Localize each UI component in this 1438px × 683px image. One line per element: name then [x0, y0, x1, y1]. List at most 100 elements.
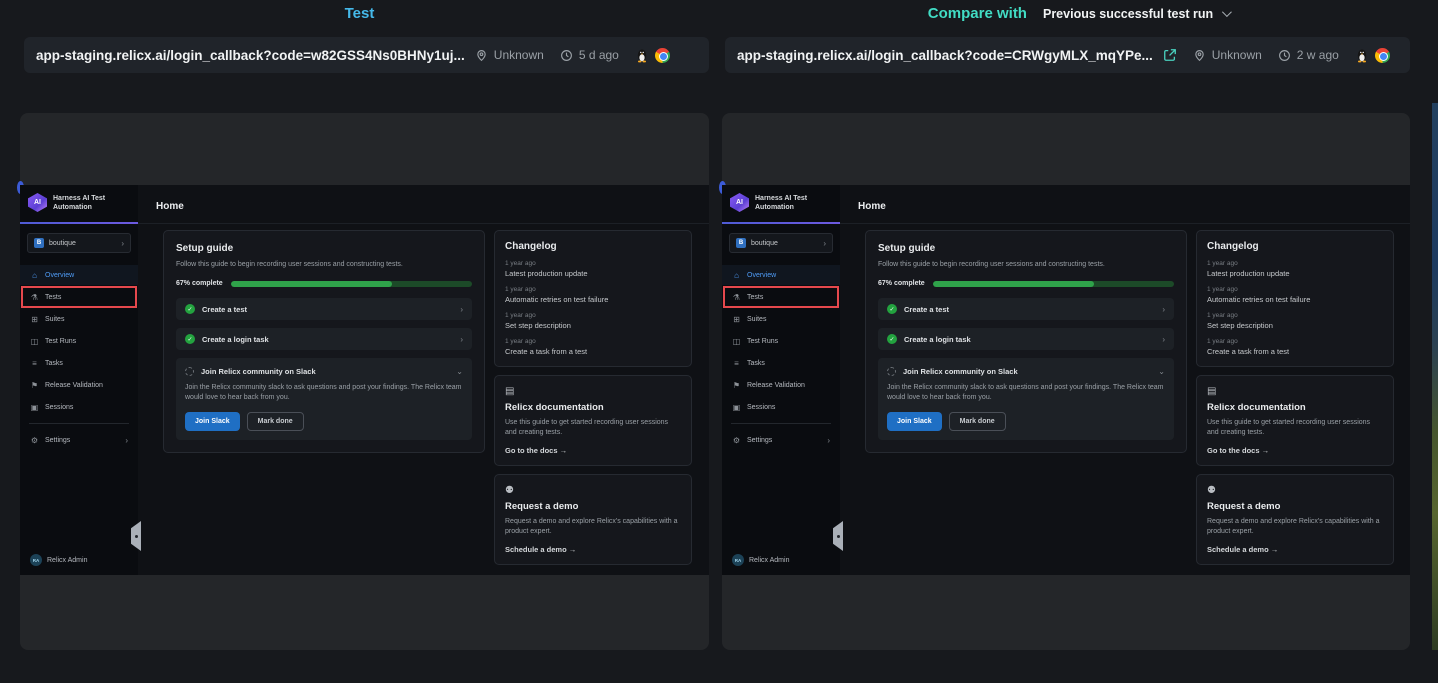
- app-main: Home Setup guide Follow this guide to be…: [840, 185, 1410, 575]
- project-selector[interactable]: B boutique ›: [729, 233, 833, 253]
- external-link-icon[interactable]: [1163, 48, 1177, 62]
- progress-bar: [231, 281, 472, 287]
- age-label: 2 w ago: [1297, 48, 1339, 62]
- clock-icon: [1278, 49, 1291, 62]
- user-menu[interactable]: RA Relicx Admin: [30, 554, 87, 566]
- setup-step-create-test[interactable]: ✓ Create a test ›: [878, 298, 1174, 320]
- sidebar-item-settings[interactable]: ⚙ Settings ›: [20, 430, 138, 450]
- sidebar-item-overview[interactable]: ⌂ Overview: [722, 265, 840, 285]
- home-icon: ⌂: [732, 271, 741, 280]
- chevron-right-icon: ›: [823, 239, 826, 248]
- compare-run-dropdown[interactable]: Previous successful test run: [1043, 7, 1229, 21]
- user-menu[interactable]: RA Relicx Admin: [732, 554, 789, 566]
- sidebar-item-release-validation[interactable]: ⚑ Release Validation: [20, 375, 138, 395]
- join-slack-button[interactable]: Join Slack: [185, 412, 240, 431]
- check-circle-icon: ✓: [185, 304, 195, 314]
- app-main: Home Setup guide Follow this guide to be…: [138, 185, 709, 575]
- mark-done-button[interactable]: Mark done: [247, 412, 304, 431]
- join-slack-button[interactable]: Join Slack: [887, 412, 942, 431]
- list-icon: ≡: [732, 359, 741, 368]
- check-circle-icon: ✓: [887, 334, 897, 344]
- gear-icon: ⚙: [732, 436, 741, 445]
- sidebar-item-overview[interactable]: ⌂ Overview: [20, 265, 138, 285]
- project-badge: B: [34, 238, 44, 248]
- changelog-card: Changelog 1 year ago Latest production u…: [494, 230, 692, 367]
- sidebar-item-release-validation[interactable]: ⚑ Release Validation: [722, 375, 840, 395]
- harness-logo-icon: AI: [28, 193, 47, 212]
- sidebar-item-tests[interactable]: ⚗ Tests: [22, 287, 136, 307]
- columns-icon: ◫: [732, 337, 741, 346]
- changelog-entry: 1 year ago Automatic retries on test fai…: [1207, 286, 1383, 304]
- avatar: RA: [30, 554, 42, 566]
- go-to-docs-link[interactable]: Go to the docs →: [505, 446, 681, 455]
- documentation-card: ▤ Relicx documentation Use this guide to…: [494, 375, 692, 466]
- book-icon: ▤: [1207, 386, 1383, 397]
- sidebar-item-settings[interactable]: ⚙ Settings ›: [722, 430, 840, 450]
- sidebar-item-suites[interactable]: ⊞ Suites: [20, 309, 138, 329]
- sidebar-collapse-handle[interactable]: [131, 521, 141, 551]
- sidebar-item-test-runs[interactable]: ◫ Test Runs: [722, 331, 840, 351]
- linux-penguin-icon: [1355, 48, 1369, 63]
- chevron-right-icon: ›: [1162, 305, 1165, 314]
- test-screenshot-container: AI Harness AI Test Automation B boutique…: [20, 113, 709, 650]
- go-to-docs-link[interactable]: Go to the docs →: [1207, 446, 1383, 455]
- test-panel-title: Test: [345, 5, 375, 22]
- flask-icon: ⚗: [732, 293, 741, 302]
- setup-step-create-login-task[interactable]: ✓ Create a login task ›: [878, 328, 1174, 350]
- location-pin-icon: [1193, 49, 1206, 62]
- chevron-right-icon: ›: [460, 305, 463, 314]
- project-selector[interactable]: B boutique ›: [27, 233, 131, 253]
- sidebar-item-test-runs[interactable]: ◫ Test Runs: [20, 331, 138, 351]
- changelog-entry: 1 year ago Set step description: [1207, 312, 1383, 330]
- brand: AI Harness AI Test Automation: [722, 185, 840, 218]
- schedule-demo-link[interactable]: Schedule a demo →: [1207, 545, 1383, 554]
- check-circle-icon: ✓: [887, 304, 897, 314]
- brand-name: Harness AI Test Automation: [755, 194, 807, 212]
- setup-guide-card: Setup guide Follow this guide to begin r…: [865, 230, 1187, 453]
- sidebar-item-sessions[interactable]: ▣ Sessions: [722, 397, 840, 417]
- slack-step-description: Join the Relicx community slack to ask q…: [185, 383, 463, 403]
- brand: AI Harness AI Test Automation: [20, 185, 138, 218]
- flag-icon: ⚑: [30, 381, 39, 390]
- compare-panel-header: Compare with Previous successful test ru…: [719, 0, 1438, 27]
- people-icon: ⚉: [1207, 485, 1383, 496]
- flask-icon: ⚗: [30, 293, 39, 302]
- changelog-title: Changelog: [505, 241, 681, 252]
- schedule-demo-link[interactable]: Schedule a demo →: [505, 545, 681, 554]
- setup-guide-description: Follow this guide to begin recording use…: [878, 260, 1174, 270]
- flag-icon: ⚑: [732, 381, 741, 390]
- setup-step-join-slack[interactable]: Join Relicx community on Slack ⌄ Join th…: [176, 358, 472, 440]
- divider: [731, 423, 831, 424]
- mark-done-button[interactable]: Mark done: [949, 412, 1006, 431]
- compare-url: app-staging.relicx.ai/login_callback?cod…: [737, 48, 1153, 63]
- setup-step-create-test[interactable]: ✓ Create a test ›: [176, 298, 472, 320]
- sidebar-item-tests[interactable]: ⚗ Tests: [724, 287, 838, 307]
- list-icon: ≡: [30, 359, 39, 368]
- chevron-right-icon: ›: [125, 436, 128, 445]
- sidebar-item-sessions[interactable]: ▣ Sessions: [20, 397, 138, 417]
- accent-divider: [20, 222, 138, 224]
- linux-penguin-icon: [635, 48, 649, 63]
- right-column: Changelog 1 year ago Latest production u…: [494, 230, 692, 565]
- progress-fill: [933, 281, 1095, 287]
- demo-card: ⚉ Request a demo Request a demo and expl…: [1196, 474, 1394, 565]
- slack-step-description: Join the Relicx community slack to ask q…: [887, 383, 1165, 403]
- sidebar-item-tasks[interactable]: ≡ Tasks: [20, 353, 138, 373]
- app-screenshot: AI Harness AI Test Automation B boutique…: [20, 185, 709, 575]
- test-url-bar: app-staging.relicx.ai/login_callback?cod…: [24, 37, 709, 73]
- sidebar-item-tasks[interactable]: ≡ Tasks: [722, 353, 840, 373]
- chrome-icon: [655, 48, 670, 63]
- setup-step-create-login-task[interactable]: ✓ Create a login task ›: [176, 328, 472, 350]
- book-icon: ▤: [505, 386, 681, 397]
- gear-icon: ⚙: [30, 436, 39, 445]
- changelog-entry: 1 year ago Latest production update: [1207, 260, 1383, 278]
- setup-step-join-slack[interactable]: Join Relicx community on Slack ⌄ Join th…: [878, 358, 1174, 440]
- sidebar-nav: ⌂ Overview ⚗ Tests ⊞ Suites ◫ Test Runs …: [20, 265, 138, 417]
- incomplete-circle-icon: [185, 367, 194, 376]
- changelog-entry: 1 year ago Automatic retries on test fai…: [505, 286, 681, 304]
- sidebar-collapse-handle[interactable]: [833, 521, 843, 551]
- sidebar-item-suites[interactable]: ⊞ Suites: [722, 309, 840, 329]
- right-column: Changelog 1 year ago Latest production u…: [1196, 230, 1394, 565]
- accent-divider: [722, 222, 840, 224]
- home-icon: ⌂: [30, 271, 39, 280]
